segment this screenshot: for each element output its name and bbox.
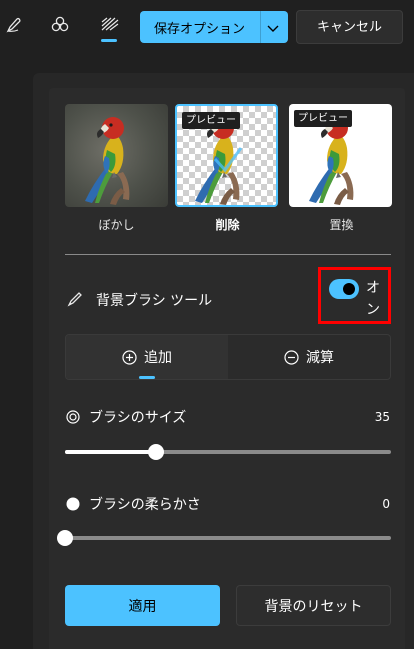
plus-circle-icon	[122, 349, 137, 365]
highlight-annotation-box	[318, 267, 391, 324]
reset-background-button[interactable]: 背景のリセット	[236, 585, 391, 626]
background-brush-tool-label: 背景ブラシ ツール	[96, 293, 213, 309]
brush-softness-icon	[66, 496, 80, 515]
save-options-label: 保存オプション	[154, 22, 246, 37]
active-tool-indicator	[101, 39, 117, 42]
brush-icon	[67, 291, 83, 311]
background-tool-button[interactable]	[96, 8, 124, 42]
preview-badge: プレビュー	[294, 110, 352, 127]
filter-tool-button[interactable]	[46, 8, 74, 42]
brush-size-fill	[65, 450, 157, 454]
brush-size-icon	[66, 409, 80, 428]
option-blur-label: ぼかし	[98, 218, 135, 232]
apply-button[interactable]: 適用	[65, 585, 220, 626]
brush-mode-selector: 追加 減算	[65, 334, 391, 380]
add-mode-button[interactable]: 追加	[66, 335, 228, 379]
brush-softness-slider[interactable]	[57, 530, 391, 546]
brush-softness-handle[interactable]	[57, 530, 73, 546]
chevron-down-icon[interactable]	[266, 20, 280, 39]
add-mode-label: 追加	[144, 350, 172, 366]
brush-size-label: ブラシのサイズ	[89, 410, 187, 426]
filter-icon	[51, 16, 69, 34]
brush-size-slider[interactable]	[65, 444, 391, 460]
option-replace-thumbnail[interactable]: プレビュー	[289, 104, 392, 207]
minus-circle-icon	[284, 349, 299, 365]
save-options-button[interactable]: 保存オプション	[140, 11, 288, 43]
option-blur-thumbnail[interactable]	[65, 104, 168, 207]
brush-softness-value: 0	[382, 497, 390, 511]
subtract-mode-button[interactable]: 減算	[228, 335, 390, 379]
brush-softness-label: ブラシの柔らかさ	[89, 497, 201, 513]
subtract-mode-label: 減算	[306, 350, 334, 366]
background-editor: 保存オプション キャンセル プレビュー プレビュー ぼかし 削除 置換 背景ブラ…	[0, 0, 414, 649]
markup-tool-button[interactable]	[0, 8, 28, 42]
pen-icon	[5, 16, 23, 34]
parrot-image	[85, 117, 130, 205]
option-remove-label: 削除	[215, 218, 240, 232]
preview-badge: プレビュー	[182, 112, 240, 129]
option-replace-label: 置換	[329, 218, 354, 232]
save-options-divider	[260, 11, 261, 43]
brush-size-value: 35	[374, 410, 390, 424]
top-toolbar: 保存オプション キャンセル	[0, 0, 414, 50]
cancel-button[interactable]: キャンセル	[296, 10, 403, 44]
section-divider	[65, 254, 391, 255]
option-remove-thumbnail[interactable]: プレビュー	[175, 104, 278, 207]
background-icon	[100, 16, 120, 34]
active-mode-indicator	[139, 376, 155, 379]
